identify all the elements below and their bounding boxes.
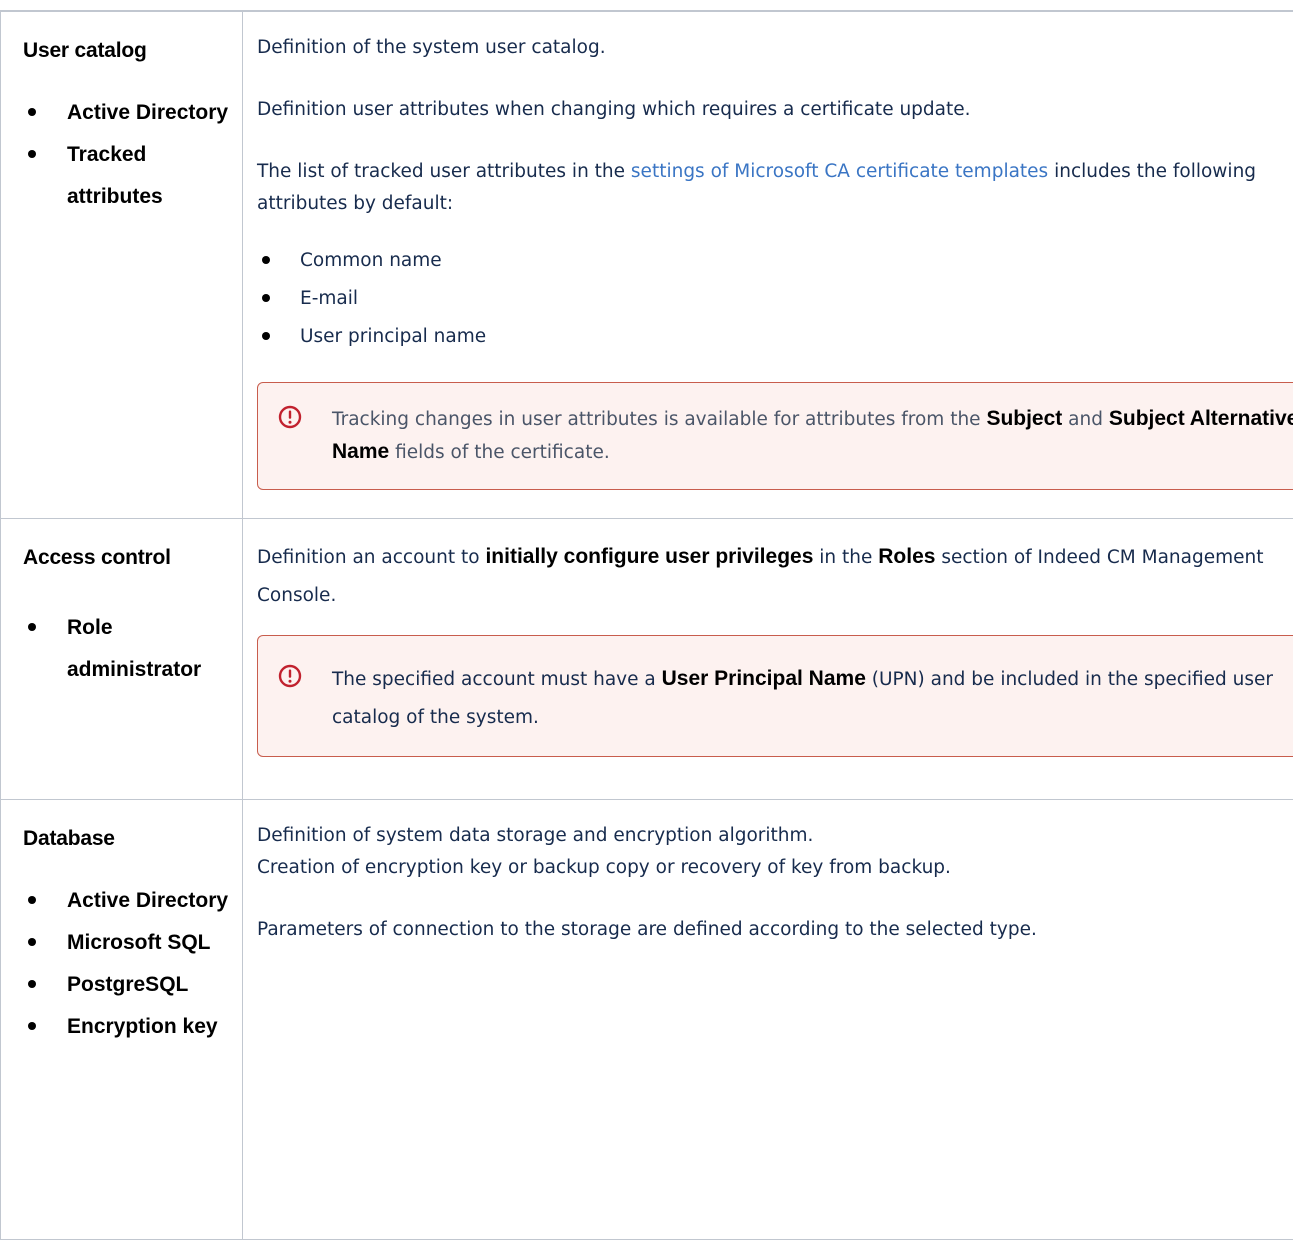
text: The specified account must have a xyxy=(332,669,662,690)
list-item: Active Directory xyxy=(23,880,242,922)
row-description-cell: Definition an account to initially confi… xyxy=(243,518,1293,799)
row-label-cell: Database Active Directory Microsoft SQL … xyxy=(1,799,243,1239)
table-row-user-catalog: User catalog Active Directory Tracked at… xyxy=(1,11,1293,518)
warning-panel: Tracking changes in user attributes is a… xyxy=(257,382,1293,490)
access-control-items: Role administrator xyxy=(23,607,242,691)
section-heading-database: Database xyxy=(23,824,242,854)
bold-term: Subject xyxy=(986,407,1062,430)
text: fields of the certificate. xyxy=(389,442,610,463)
list-item: PostgreSQL xyxy=(23,964,242,1006)
list-item: E-mail xyxy=(257,280,1293,318)
bold-term: initially configure user privileges xyxy=(485,545,813,568)
list-item: Microsoft SQL xyxy=(23,922,242,964)
list-item: Tracked attributes xyxy=(23,134,242,218)
text: Definition an account to xyxy=(257,547,485,568)
warning-panel: The specified account must have a User P… xyxy=(257,635,1293,757)
bold-term: User Principal Name xyxy=(662,667,866,690)
paragraph: Definition of system data storage and en… xyxy=(257,820,1293,852)
list-item: Active Directory xyxy=(23,92,242,134)
default-attributes-list: Common name E-mail User principal name xyxy=(257,242,1293,356)
table-row-access-control: Access control Role administrator Defini… xyxy=(1,518,1293,799)
templates-settings-link[interactable]: settings of Microsoft CA certificate tem… xyxy=(631,161,1048,182)
list-item: User principal name xyxy=(257,318,1293,356)
paragraph: Creation of encryption key or backup cop… xyxy=(257,852,1293,884)
database-items: Active Directory Microsoft SQL PostgreSQ… xyxy=(23,880,242,1048)
row-description-cell: Definition of system data storage and en… xyxy=(243,799,1293,1239)
user-catalog-items: Active Directory Tracked attributes xyxy=(23,92,242,218)
text: in the xyxy=(813,547,878,568)
paragraph: Definition an account to initially confi… xyxy=(257,538,1293,615)
text: The list of tracked user attributes in t… xyxy=(257,161,631,182)
warning-text: Tracking changes in user attributes is a… xyxy=(332,403,1293,469)
table-row-database: Database Active Directory Microsoft SQL … xyxy=(1,799,1293,1239)
paragraph: Definition user attributes when changing… xyxy=(257,94,1293,126)
exclamation-circle-icon xyxy=(278,664,302,688)
section-heading-access-control: Access control xyxy=(23,543,242,573)
text: Tracking changes in user attributes is a… xyxy=(332,409,986,430)
paragraph: Definition of the system user catalog. xyxy=(257,32,1293,64)
paragraph-with-link: The list of tracked user attributes in t… xyxy=(257,156,1293,220)
bold-term: Roles xyxy=(878,545,935,568)
row-label-cell: User catalog Active Directory Tracked at… xyxy=(1,11,243,518)
list-item: Encryption key xyxy=(23,1006,242,1048)
settings-table: User catalog Active Directory Tracked at… xyxy=(0,10,1293,1240)
warning-text: The specified account must have a User P… xyxy=(332,660,1288,737)
row-label-cell: Access control Role administrator xyxy=(1,518,243,799)
section-heading-user-catalog: User catalog xyxy=(23,36,242,66)
paragraph: Parameters of connection to the storage … xyxy=(257,914,1293,946)
list-item: Common name xyxy=(257,242,1293,280)
exclamation-circle-icon xyxy=(278,405,302,429)
list-item: Role administrator xyxy=(23,607,242,691)
row-description-cell: Definition of the system user catalog. D… xyxy=(243,11,1293,518)
text: and xyxy=(1062,409,1109,430)
